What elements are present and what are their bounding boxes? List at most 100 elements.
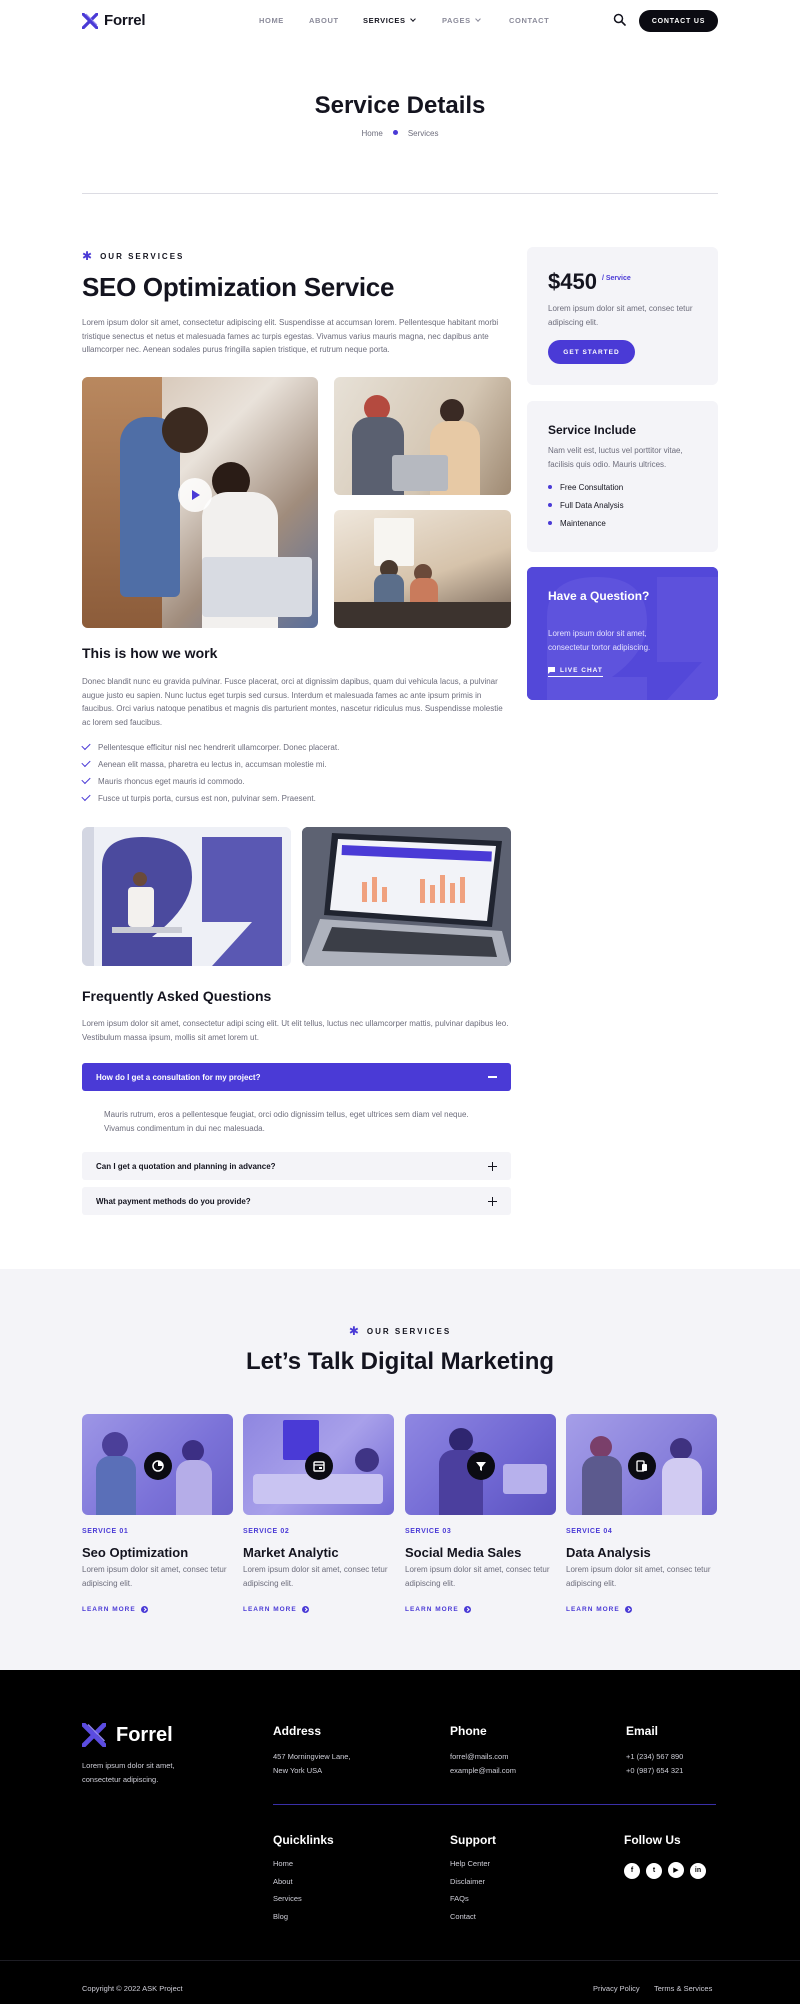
service-desc: Lorem ipsum dolor sit amet, consec tetur…	[566, 1565, 711, 1588]
checklist-item: Fusce ut turpis porta, cursus est non, p…	[81, 790, 512, 807]
service-name: Seo Optimization	[82, 1545, 189, 1560]
footer-link[interactable]: Home	[273, 1859, 302, 1877]
service-image-social[interactable]	[405, 1414, 556, 1515]
include-item-text: Free Consultation	[560, 482, 624, 492]
question-text: Lorem ipsum dolor sit amet, consectetur …	[548, 629, 651, 652]
learn-more-link[interactable]: LEARN MORE	[82, 1606, 148, 1613]
footer-link[interactable]: Services	[273, 1894, 302, 1912]
support-title: Support	[450, 1833, 496, 1847]
laptop-analytics-photo	[302, 827, 511, 966]
quicklinks-title: Quicklinks	[273, 1833, 334, 1847]
youtube-icon[interactable]: ▶	[668, 1862, 684, 1878]
breadcrumb-home[interactable]: Home	[361, 129, 382, 138]
check-icon	[81, 791, 91, 802]
footer-link[interactable]: Blog	[273, 1912, 302, 1930]
twitter-icon[interactable]: t	[646, 1862, 662, 1879]
check-icon	[81, 740, 91, 751]
faq-question: What payment methods do you provide?	[96, 1196, 251, 1206]
nav-services-label: SERVICES	[363, 16, 406, 25]
service-image-seo[interactable]	[82, 1414, 233, 1515]
footer-bottom-divider	[0, 1960, 800, 1961]
service-image-market[interactable]	[243, 1414, 394, 1515]
meeting-photo-1	[334, 377, 511, 495]
facebook-icon[interactable]: f	[624, 1862, 640, 1879]
service-desc: Lorem ipsum dolor sit amet, consec tetur…	[405, 1565, 550, 1588]
plus-icon	[488, 1161, 497, 1171]
footer-link[interactable]: FAQs	[450, 1894, 490, 1912]
phone-line[interactable]: forrel@mails.com	[450, 1750, 508, 1764]
footer-brand-name: Forrel	[116, 1723, 173, 1746]
pricing-card: $450 / Service Lorem ipsum dolor sit ame…	[527, 247, 718, 385]
asterisk-icon: ✱	[82, 249, 93, 263]
service-desc: Lorem ipsum dolor sit amet, consec tetur…	[243, 1565, 388, 1588]
get-started-button[interactable]: GET STARTED	[548, 340, 635, 364]
privacy-policy-link[interactable]: Privacy Policy	[593, 1982, 640, 1996]
copyright: Copyright © 2022 ASK Project	[82, 1984, 183, 1993]
question-card: Have a Question? Lorem ipsum dolor sit a…	[527, 567, 718, 700]
services-title: Let’s Talk Digital Marketing	[245, 1348, 555, 1375]
include-item-text: Full Data Analysis	[560, 500, 624, 510]
live-chat-link[interactable]: LIVE CHAT	[548, 667, 603, 677]
email-line[interactable]: +0 (987) 654 321	[626, 1764, 683, 1778]
arrow-right-icon	[624, 1606, 632, 1613]
nav-about[interactable]: ABOUT	[309, 16, 339, 25]
follow-title: Follow Us	[624, 1833, 681, 1847]
nav-contact[interactable]: CONTACT	[509, 16, 549, 25]
bullet-icon	[548, 521, 552, 525]
nav-pages-label: PAGES	[442, 16, 471, 25]
eyebrow-label: OUR SERVICES	[100, 251, 185, 261]
footer-link[interactable]: Disclaimer	[450, 1877, 490, 1895]
learn-more-link[interactable]: LEARN MORE	[405, 1606, 471, 1613]
footer-link[interactable]: Help Center	[450, 1859, 490, 1877]
linkedin-icon[interactable]: in	[690, 1862, 706, 1879]
service-image-data[interactable]	[566, 1414, 717, 1515]
faq-question: How do I get a consultation for my proje…	[96, 1072, 261, 1082]
nav-pages[interactable]: PAGES	[442, 16, 481, 25]
how-we-work-title: This is how we work	[82, 645, 218, 661]
social-links: f t ▶ in	[624, 1859, 712, 1879]
faq-item-open[interactable]: How do I get a consultation for my proje…	[82, 1063, 511, 1091]
service-include-card: Service Include Nam velit est, luctus ve…	[527, 401, 718, 552]
play-icon[interactable]	[178, 478, 212, 512]
service-include-list: Free Consultation Full Data Analysis Mai…	[548, 478, 624, 532]
brand-logo[interactable]: Forrel	[82, 12, 146, 29]
question-title: Have a Question?	[548, 589, 650, 603]
minus-icon	[488, 1076, 497, 1078]
team-laptop-photo	[82, 377, 318, 628]
meeting-photo-2	[334, 510, 511, 628]
calendar-icon	[305, 1452, 333, 1480]
bullet-icon	[548, 503, 552, 507]
checklist-text: Fusce ut turpis porta, cursus est non, p…	[98, 794, 316, 803]
page-title: Service Details	[314, 92, 486, 119]
footer-link[interactable]: About	[273, 1877, 302, 1895]
learn-more-link[interactable]: LEARN MORE	[243, 1606, 309, 1613]
service-number: SERVICE 02	[243, 1528, 290, 1535]
service-number: SERVICE 01	[82, 1528, 129, 1535]
footer: Forrel Lorem ipsum dolor sit amet, conse…	[0, 1670, 800, 2004]
contact-us-button[interactable]: CONTACT US	[639, 10, 718, 32]
email-line[interactable]: +1 (234) 567 890	[626, 1750, 683, 1764]
price-unit: / Service	[601, 275, 631, 282]
faq-item[interactable]: What payment methods do you provide?	[82, 1187, 511, 1215]
arrow-right-icon	[463, 1606, 471, 1613]
checklist-text: Mauris rhoncus eget mauris id commodo.	[98, 777, 245, 786]
check-icon	[81, 757, 91, 768]
terms-link[interactable]: Terms & Services	[654, 1982, 712, 1996]
search-icon[interactable]	[613, 13, 626, 26]
support-list: Help Center Disclaimer FAQs Contact	[450, 1859, 490, 1929]
footer-logo[interactable]: Forrel	[82, 1723, 173, 1747]
learn-more-link[interactable]: LEARN MORE	[566, 1606, 632, 1613]
checklist-item: Mauris rhoncus eget mauris id commodo.	[81, 773, 512, 790]
phone-line[interactable]: example@mail.com	[450, 1764, 516, 1778]
faq-title: Frequently Asked Questions	[82, 988, 272, 1004]
include-item: Full Data Analysis	[548, 496, 624, 514]
faq-question: Can I get a quotation and planning in ad…	[96, 1161, 276, 1171]
footer-link[interactable]: Contact	[450, 1912, 490, 1930]
nav-services[interactable]: SERVICES	[363, 16, 416, 25]
service-name: Social Media Sales	[405, 1545, 522, 1560]
divider	[82, 193, 718, 194]
faq-item[interactable]: Can I get a quotation and planning in ad…	[82, 1152, 511, 1180]
nav-home[interactable]: HOME	[259, 16, 284, 25]
price: $450	[548, 269, 597, 294]
include-item: Maintenance	[548, 514, 624, 532]
